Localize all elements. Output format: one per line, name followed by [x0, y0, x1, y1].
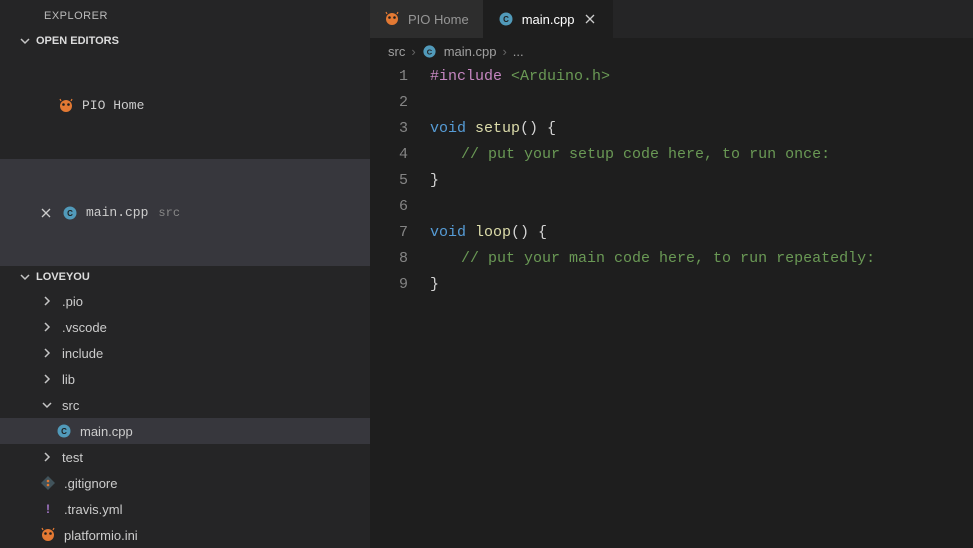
folder-.vscode[interactable]: .vscode [0, 314, 370, 340]
folder-src[interactable]: src [0, 392, 370, 418]
folder-test[interactable]: test [0, 444, 370, 470]
file-label: platformio.ini [64, 528, 138, 543]
chevron-right-icon: › [502, 44, 506, 59]
svg-text:C: C [61, 427, 67, 436]
project-header[interactable]: LOVEYOU [0, 266, 370, 288]
chevron-right-icon [40, 320, 54, 334]
open-editor-label: main.cpp [86, 200, 148, 226]
line-numbers: 123456789 [370, 64, 430, 548]
file-label: main.cpp [80, 424, 133, 439]
folder-label: .pio [62, 294, 83, 309]
line-number: 8 [370, 246, 408, 272]
code-editor[interactable]: 123456789 #include <Arduino.h> void setu… [370, 64, 973, 548]
chevron-down-icon [18, 270, 32, 284]
open-editor-pio-home[interactable]: PIO Home [0, 52, 370, 159]
chevron-right-icon [40, 450, 54, 464]
cpp-icon: C [498, 11, 514, 27]
line-number: 3 [370, 116, 408, 142]
file-main.cpp[interactable]: Cmain.cpp [0, 418, 370, 444]
code-line[interactable]: // put your main code here, to run repea… [430, 246, 973, 272]
tab-pio-home[interactable]: PIO Home [370, 0, 484, 38]
tab-main-cpp[interactable]: C main.cpp [484, 0, 614, 38]
chevron-down-icon [40, 398, 54, 412]
breadcrumb-seg[interactable]: main.cpp [444, 44, 497, 59]
breadcrumb-seg[interactable]: src [388, 44, 405, 59]
line-number: 7 [370, 220, 408, 246]
file-platformio.ini[interactable]: platformio.ini [0, 522, 370, 548]
chevron-right-icon: › [411, 44, 415, 59]
folder-label: include [62, 346, 103, 361]
file-tree: .pio .vscode include lib src Cmain.cpp test .gi… [0, 288, 370, 548]
code-line[interactable]: void setup() { [430, 116, 973, 142]
svg-text:C: C [427, 47, 433, 56]
line-number: 2 [370, 90, 408, 116]
chevron-right-icon [40, 294, 54, 308]
yaml-icon: ! [40, 501, 56, 517]
chevron-right-icon [40, 372, 54, 386]
breadcrumb[interactable]: src › C main.cpp › ... [370, 38, 973, 64]
code-line[interactable]: } [430, 272, 973, 298]
code-line[interactable]: // put your setup code here, to run once… [430, 142, 973, 168]
editor-area: PIO Home C main.cpp src › C main.cpp › .… [370, 0, 973, 548]
git-icon [40, 475, 56, 491]
file-.travis.yml[interactable]: ! .travis.yml [0, 496, 370, 522]
chevron-right-icon [40, 346, 54, 360]
open-editor-label: PIO Home [82, 93, 144, 119]
chevron-down-icon [18, 34, 32, 48]
svg-text:!: ! [46, 502, 50, 516]
folder-label: src [62, 398, 79, 413]
line-number: 5 [370, 168, 408, 194]
tab-label: main.cpp [522, 12, 575, 27]
code-line[interactable] [430, 194, 973, 220]
tab-label: PIO Home [408, 12, 469, 27]
pio-icon [40, 527, 56, 543]
folder-include[interactable]: include [0, 340, 370, 366]
file-label: .gitignore [64, 476, 117, 491]
cpp-icon: C [422, 43, 438, 59]
code-line[interactable] [430, 90, 973, 116]
explorer-sidebar: EXPLORER OPEN EDITORS PIO Home C main.cp… [0, 0, 370, 548]
file-.gitignore[interactable]: .gitignore [0, 470, 370, 496]
close-icon[interactable] [582, 11, 598, 27]
line-number: 6 [370, 194, 408, 220]
code-content[interactable]: #include <Arduino.h> void setup() { // p… [430, 64, 973, 548]
tab-bar: PIO Home C main.cpp [370, 0, 973, 38]
breadcrumb-seg[interactable]: ... [513, 44, 524, 59]
project-name: LOVEYOU [36, 271, 90, 283]
folder-label: test [62, 450, 83, 465]
folder-.pio[interactable]: .pio [0, 288, 370, 314]
open-editor-main-cpp[interactable]: C main.cpp src [0, 159, 370, 266]
svg-text:C: C [67, 209, 73, 218]
explorer-title: EXPLORER [0, 0, 370, 30]
open-editor-path: src [158, 200, 180, 226]
folder-lib[interactable]: lib [0, 366, 370, 392]
pio-icon [58, 98, 74, 114]
svg-text:C: C [503, 15, 509, 24]
cpp-icon: C [56, 423, 72, 439]
close-icon[interactable] [38, 205, 54, 221]
code-line[interactable]: #include <Arduino.h> [430, 64, 973, 90]
open-editors-label: OPEN EDITORS [36, 35, 119, 47]
line-number: 4 [370, 142, 408, 168]
line-number: 1 [370, 64, 408, 90]
code-line[interactable]: } [430, 168, 973, 194]
code-line[interactable]: void loop() { [430, 220, 973, 246]
line-number: 9 [370, 272, 408, 298]
folder-label: lib [62, 372, 75, 387]
cpp-icon: C [62, 205, 78, 221]
file-label: .travis.yml [64, 502, 123, 517]
folder-label: .vscode [62, 320, 107, 335]
open-editors-header[interactable]: OPEN EDITORS [0, 30, 370, 52]
pio-icon [384, 11, 400, 27]
